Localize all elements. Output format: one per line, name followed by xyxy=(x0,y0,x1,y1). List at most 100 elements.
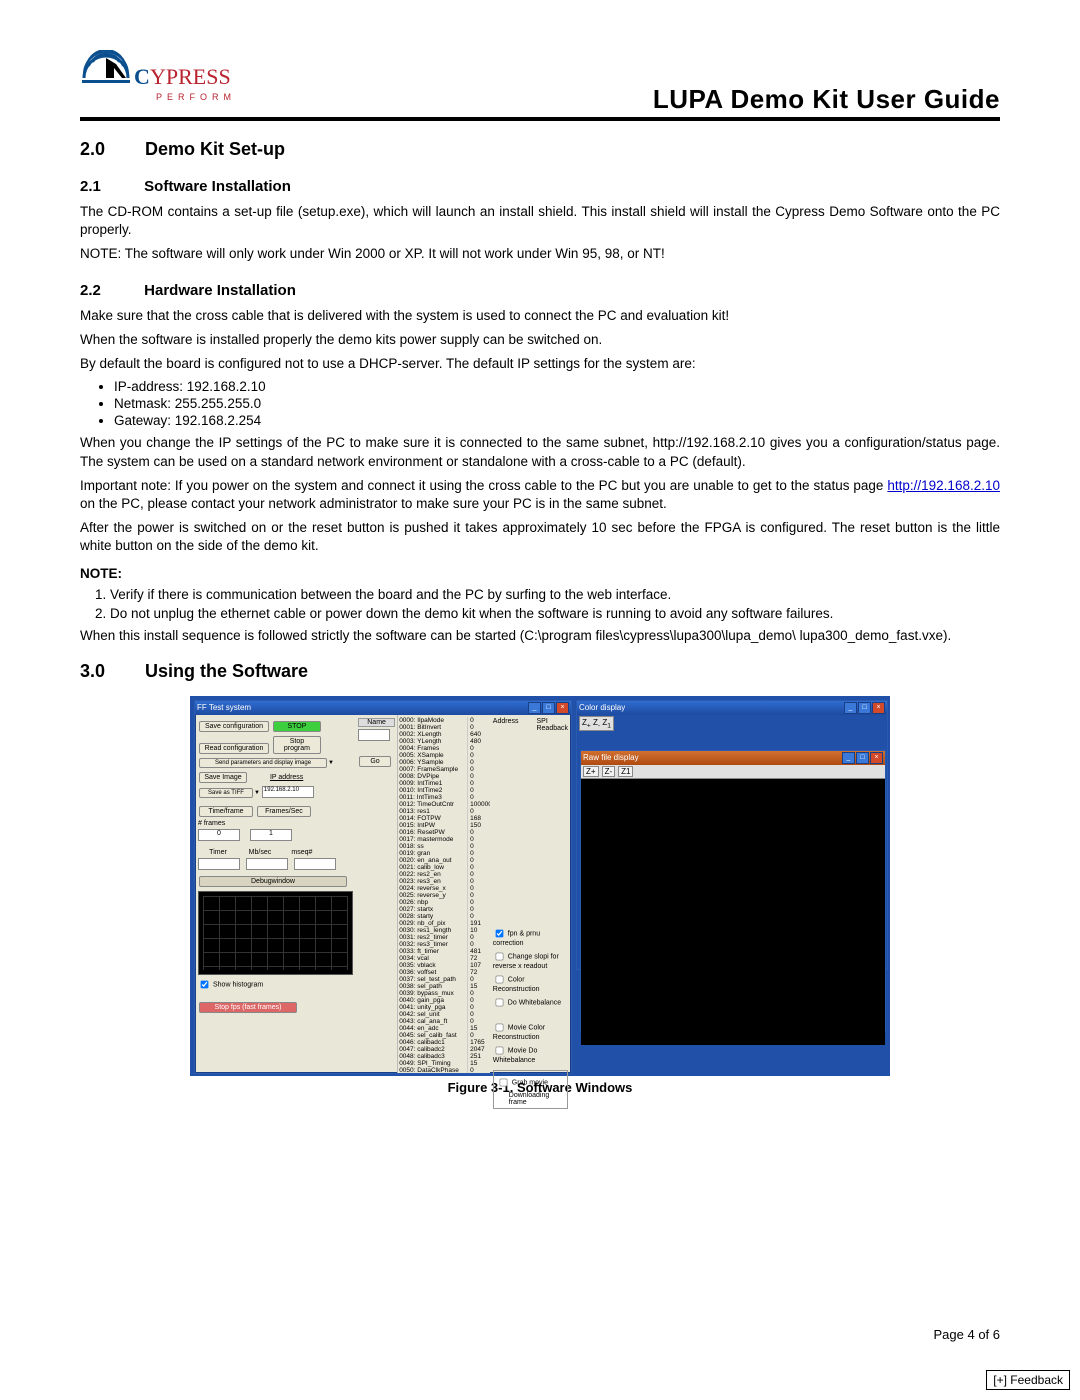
page-header: C YPRESS PERFORM LUPA Demo Kit User Guid… xyxy=(80,50,1000,121)
main-window: FF Test system _ □ × Save configuration … xyxy=(194,700,572,1074)
section-2-num: 2.0 xyxy=(80,139,140,160)
main-titlebar: FF Test system _ □ × xyxy=(195,701,571,715)
minimize-icon[interactable]: _ xyxy=(844,702,857,714)
section-2-2-heading: 2.2 Hardware Installation xyxy=(80,282,1000,299)
ip-address-field[interactable]: 192.168.2.10 xyxy=(262,786,314,798)
num-frames-field[interactable]: 0 xyxy=(198,829,240,841)
ip-settings-list: IP-address: 192.168.2.10 Netmask: 255.25… xyxy=(98,379,1000,428)
document-title: LUPA Demo Kit User Guide xyxy=(653,84,1000,115)
s21-p2: NOTE: The software will only work under … xyxy=(80,245,1000,263)
save-image-button[interactable]: Save Image xyxy=(199,772,247,783)
register-values: 0 0 640 480 0 0 0 0 0 0 0 0 100000 0 168… xyxy=(467,717,490,1073)
ip-address-label: IP address xyxy=(270,774,303,781)
minimize-icon[interactable]: _ xyxy=(528,702,541,714)
maximize-icon[interactable]: □ xyxy=(858,702,871,714)
color-titlebar: Color display _ □ × xyxy=(577,701,887,715)
mbs-field[interactable] xyxy=(246,858,288,870)
s22-p7: When this install sequence is followed s… xyxy=(80,627,1000,645)
note-label: NOTE: xyxy=(80,566,1000,581)
section-2-1-num: 2.1 xyxy=(80,178,140,195)
color-recon-checkbox[interactable] xyxy=(495,975,503,983)
bullet-netmask: Netmask: 255.255.255.0 xyxy=(114,396,1000,411)
zoom-reset-icon[interactable]: Z1 xyxy=(618,766,633,777)
feedback-button[interactable]: [+] Feedback xyxy=(986,1370,1070,1390)
movie-wb-checkbox[interactable] xyxy=(495,1046,503,1054)
section-2-2-title: Hardware Installation xyxy=(144,282,296,299)
stop-fps-button[interactable]: Stop fps (fast frames) xyxy=(199,1002,297,1013)
main-window-title: FF Test system xyxy=(197,703,251,712)
change-slope-checkbox[interactable] xyxy=(495,952,503,960)
s22-p2: When the software is installed properly … xyxy=(80,331,1000,349)
s22-p1: Make sure that the cross cable that is d… xyxy=(80,307,1000,325)
section-2-2-num: 2.2 xyxy=(80,282,140,299)
show-histogram-checkbox[interactable] xyxy=(201,980,209,988)
name-field[interactable] xyxy=(358,729,390,741)
address-header: Address xyxy=(493,718,519,732)
bullet-gateway: Gateway: 192.168.2.254 xyxy=(114,413,1000,428)
go-button[interactable]: Go xyxy=(359,756,391,767)
maximize-icon[interactable]: □ xyxy=(542,702,555,714)
bullet-ip: IP-address: 192.168.2.10 xyxy=(114,379,1000,394)
whitebalance-checkbox[interactable] xyxy=(495,998,503,1006)
num-frames-label: # frames xyxy=(198,820,244,827)
raw-image-area xyxy=(581,779,885,1045)
section-3-heading: 3.0 Using the Software xyxy=(80,661,1000,682)
save-tiff-button[interactable]: Save as TIFF xyxy=(199,788,253,798)
time-frame-button[interactable]: Time/frame xyxy=(199,806,253,817)
zoom-in-icon[interactable]: Z+ xyxy=(583,766,599,777)
notes-list: Verify if there is communication between… xyxy=(90,587,1000,621)
stop-button[interactable]: STOP xyxy=(273,721,321,732)
mbs-label: Mb/sec xyxy=(240,849,280,856)
s22-p3: By default the board is configured not t… xyxy=(80,355,1000,373)
section-3-num: 3.0 xyxy=(80,661,140,682)
show-histogram-label: Show histogram xyxy=(213,981,263,988)
right-controls: Address SPI Readback fpn & prnu correcti… xyxy=(490,715,571,1073)
frames-sec-button[interactable]: Frames/Sec xyxy=(257,806,311,817)
s22-p4: When you change the IP settings of the P… xyxy=(80,434,1000,470)
frames-sec-field[interactable]: 1 xyxy=(250,829,292,841)
timer-field[interactable] xyxy=(198,858,240,870)
save-config-button[interactable]: Save configuration xyxy=(199,721,269,732)
read-config-button[interactable]: Read configuration xyxy=(199,743,269,754)
mseq-field[interactable] xyxy=(294,858,336,870)
debug-window-button[interactable]: Debugwindow xyxy=(199,876,347,887)
close-icon[interactable]: × xyxy=(872,702,885,714)
svg-text:C: C xyxy=(134,64,150,89)
raw-titlebar: Raw file display _ □ × xyxy=(581,751,885,765)
close-icon[interactable]: × xyxy=(870,752,883,764)
close-icon[interactable]: × xyxy=(556,702,569,714)
register-names: 0000: IlpaMode 0001: BitInvert 0002: XLe… xyxy=(399,717,467,1073)
spi-header: SPI Readback xyxy=(536,718,568,732)
histogram-display xyxy=(198,891,353,975)
section-2-1-heading: 2.1 Software Installation xyxy=(80,178,1000,195)
send-params-button[interactable]: Send parameters and display image xyxy=(199,758,327,768)
grab-movie-checkbox[interactable] xyxy=(499,1078,507,1086)
stop-program-button[interactable]: Stop program xyxy=(273,736,321,754)
s21-p1: The CD-ROM contains a set-up file (setup… xyxy=(80,203,1000,239)
status-page-link[interactable]: http://192.168.2.10 xyxy=(887,478,1000,493)
register-list: 0000: IlpaMode 0001: BitInvert 0002: XLe… xyxy=(397,715,490,1073)
fpn-checkbox[interactable] xyxy=(495,929,503,937)
maximize-icon[interactable]: □ xyxy=(856,752,869,764)
raw-window-title: Raw file display xyxy=(583,753,639,762)
raw-file-window: Raw file display _ □ × Z+ Z- Z1 xyxy=(580,750,886,1032)
name-header: Name xyxy=(358,718,395,727)
section-2-title: Demo Kit Set-up xyxy=(145,139,285,159)
s22-p6: After the power is switched on or the re… xyxy=(80,519,1000,555)
minimize-icon[interactable]: _ xyxy=(842,752,855,764)
raw-toolbar: Z+ Z- Z1 xyxy=(581,765,885,779)
section-2-heading: 2.0 Demo Kit Set-up xyxy=(80,139,1000,160)
s22-p5: Important note: If you power on the syst… xyxy=(80,477,1000,513)
cypress-logo: C YPRESS PERFORM xyxy=(80,50,250,115)
note-2: Do not unplug the ethernet cable or powe… xyxy=(110,606,1000,621)
mseq-label: mseq# xyxy=(282,849,322,856)
color-toolbar: Z+ Z- Z1 xyxy=(579,716,614,732)
name-go-col: Name Go xyxy=(356,715,397,1073)
movie-color-checkbox[interactable] xyxy=(495,1023,503,1031)
note-1: Verify if there is communication between… xyxy=(110,587,1000,602)
timer-label: Timer xyxy=(198,849,238,856)
zoom-out-icon[interactable]: Z- xyxy=(602,766,616,777)
svg-text:PERFORM: PERFORM xyxy=(156,92,236,102)
figure-3-1: FF Test system _ □ × Save configuration … xyxy=(190,696,890,1095)
section-2-1-title: Software Installation xyxy=(144,178,291,195)
